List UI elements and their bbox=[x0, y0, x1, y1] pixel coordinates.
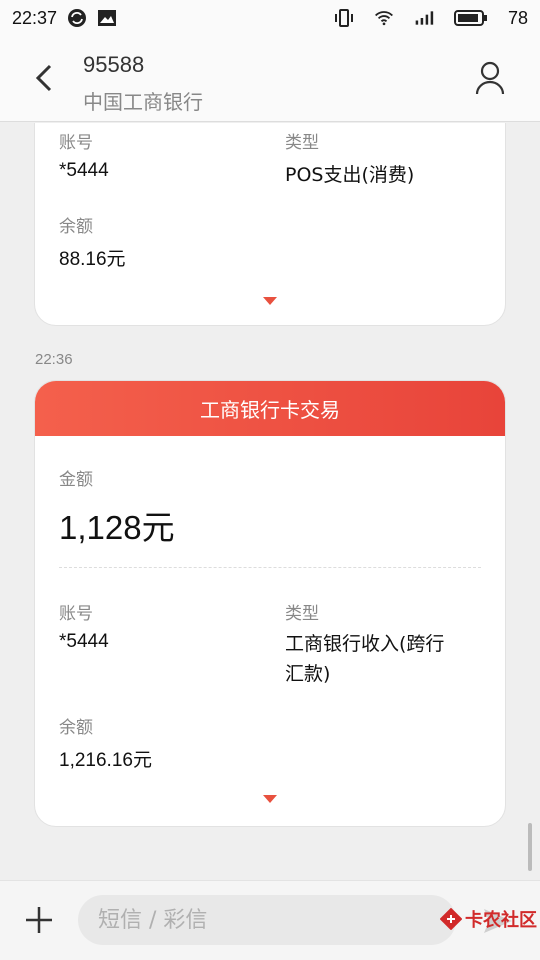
plus-icon bbox=[26, 907, 52, 933]
balance-value: 88.16元 bbox=[59, 249, 126, 270]
message-timestamp: 22:36 bbox=[35, 351, 73, 368]
account-value: *5444 bbox=[59, 160, 109, 181]
type-value: POS支出(消费) bbox=[285, 164, 415, 186]
amount-value: 1,128元 bbox=[59, 509, 175, 546]
status-time: 22:37 bbox=[12, 7, 58, 28]
account-label: 账号 bbox=[59, 604, 93, 624]
expand-arrow-icon[interactable] bbox=[263, 297, 277, 305]
cell-signal-icon bbox=[414, 8, 434, 28]
type-label: 类型 bbox=[285, 133, 319, 153]
person-icon bbox=[475, 61, 505, 95]
watermark-logo-icon bbox=[440, 908, 462, 930]
status-bar: 22:37 78 bbox=[0, 0, 540, 36]
watermark: 卡农社区 bbox=[440, 906, 537, 932]
battery-icon bbox=[453, 8, 488, 28]
type-value-line2: 汇款) bbox=[285, 663, 331, 685]
watermark-text: 卡农社区 bbox=[465, 910, 537, 931]
message-input[interactable] bbox=[78, 895, 456, 945]
sync-icon bbox=[67, 8, 87, 28]
back-arrow-icon bbox=[35, 64, 52, 92]
image-notification-icon bbox=[97, 8, 117, 28]
card-title: 工商银行卡交易 bbox=[35, 381, 505, 436]
battery-level: 78 bbox=[507, 7, 528, 28]
transaction-card[interactable]: 工商银行卡交易 金额 1,128元 账号 *5444 类型 工商银行收入(跨行 … bbox=[34, 380, 506, 827]
transaction-card-previous[interactable]: 账号 *5444 类型 POS支出(消费) 余额 88.16元 bbox=[34, 123, 506, 326]
type-label: 类型 bbox=[285, 604, 319, 624]
type-value-line1: 工商银行收入(跨行 bbox=[285, 633, 445, 655]
scrollbar[interactable] bbox=[528, 823, 532, 871]
wifi-icon bbox=[374, 8, 394, 28]
balance-label: 余额 bbox=[59, 217, 93, 237]
message-list[interactable]: 账号 *5444 类型 POS支出(消费) 余额 88.16元 22:36 工商… bbox=[0, 123, 540, 880]
contact-button[interactable] bbox=[470, 58, 510, 98]
sender-number: 95588 bbox=[83, 52, 145, 77]
account-label: 账号 bbox=[59, 133, 93, 153]
back-button[interactable] bbox=[26, 60, 62, 96]
conversation-header: 95588 中国工商银行 bbox=[0, 36, 540, 122]
add-attachment-button[interactable] bbox=[22, 903, 56, 937]
account-value: *5444 bbox=[59, 631, 109, 652]
vibrate-icon bbox=[334, 8, 354, 28]
balance-label: 余额 bbox=[59, 718, 93, 738]
amount-label: 金额 bbox=[59, 470, 93, 490]
divider bbox=[59, 567, 481, 568]
sender-name: 中国工商银行 bbox=[83, 90, 203, 114]
expand-arrow-icon[interactable] bbox=[263, 795, 277, 803]
balance-value: 1,216.16元 bbox=[59, 750, 152, 771]
